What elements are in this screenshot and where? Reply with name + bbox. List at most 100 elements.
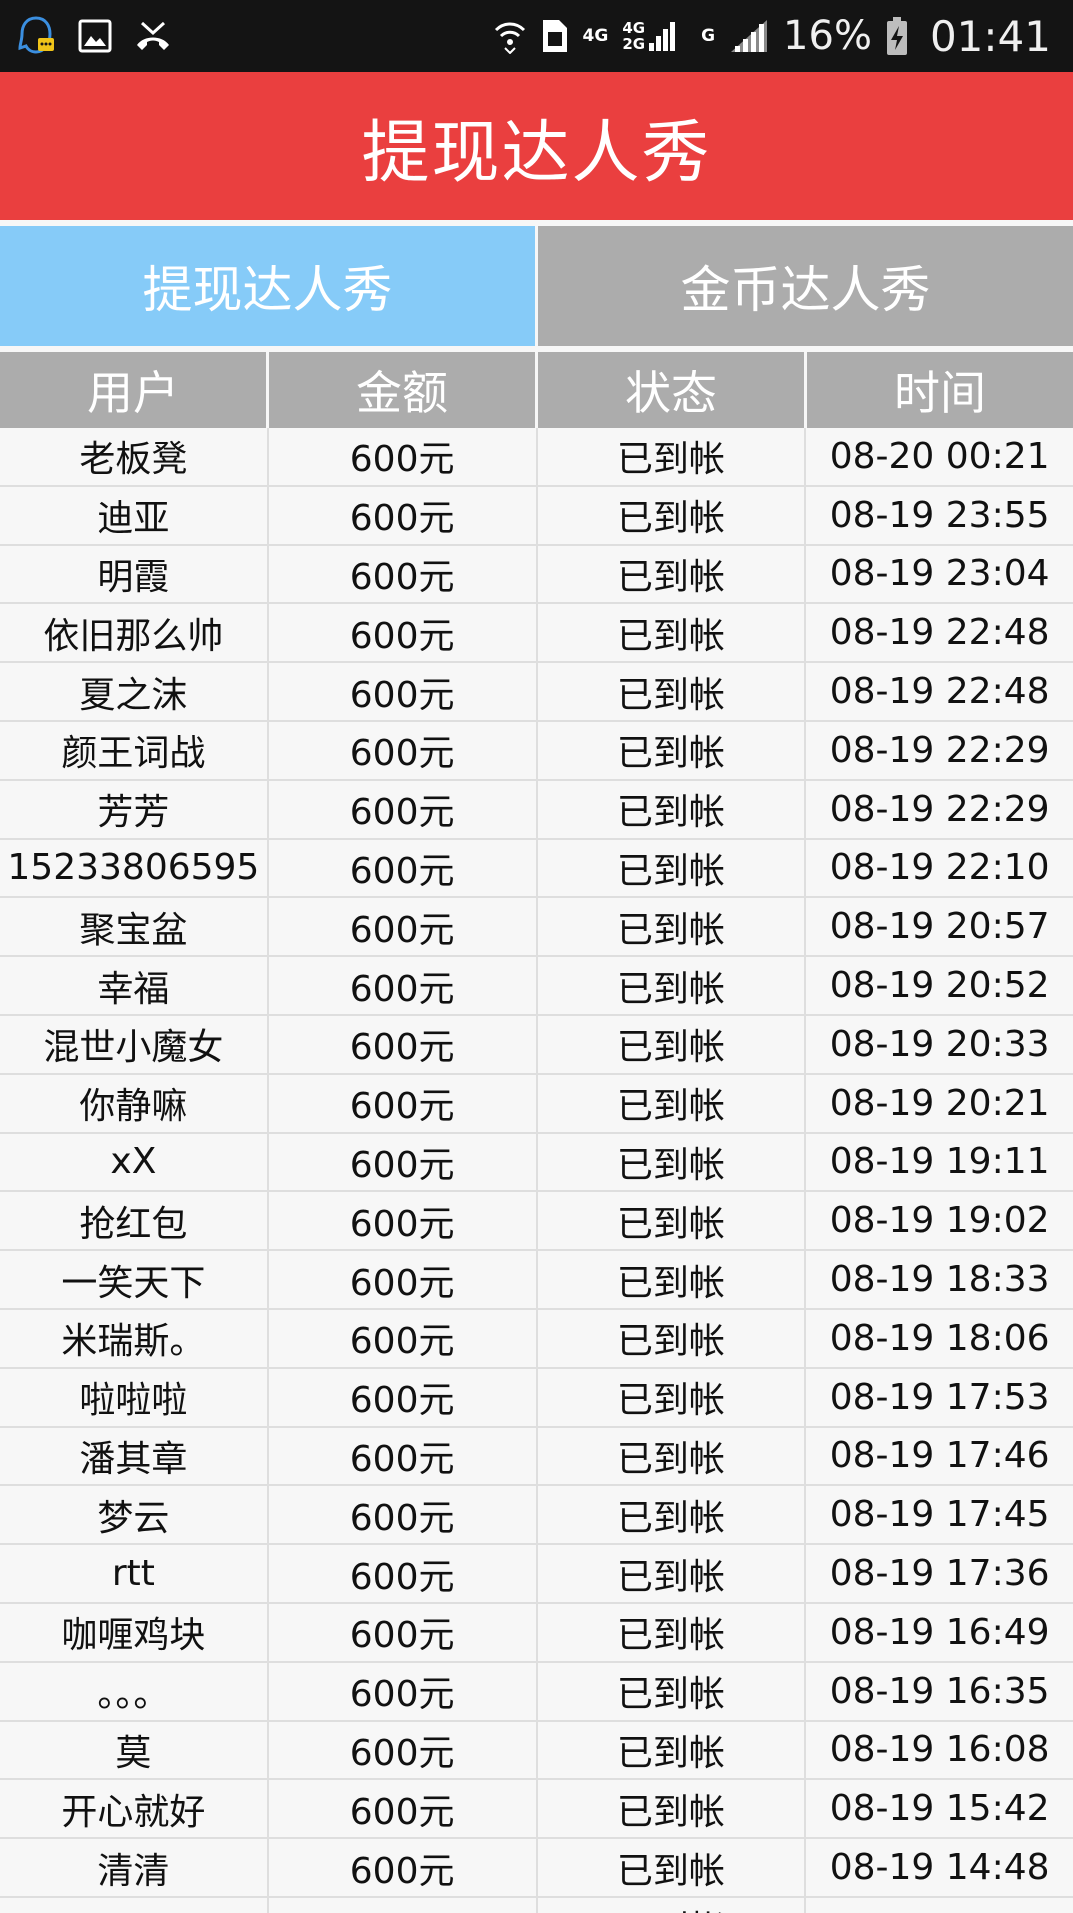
table-row: 明霞 600元 已到帐 08-19 23:04 [0,545,1073,605]
cell-time: 08-19 17:46 [829,1435,1050,1477]
cell-status: 已到帐 [538,545,807,603]
cell-time: 08-19 23:55 [829,494,1050,536]
cell-status: 已到帐 [538,1486,807,1544]
tab-withdraw-show[interactable]: 提现达人秀 [0,226,535,346]
cell-amount: 600元 [269,604,538,662]
column-header-time: 时间 [894,366,986,420]
table-body[interactable]: 老板凳 600元 已到帐 08-20 00:21 迪亚 600元 已到帐 08-19 23:5… [0,428,1073,1913]
cell-amount: 600元 [269,957,538,1014]
cell-user: 15233806595 [0,839,269,897]
cell-status: 已到帐 [538,1721,807,1779]
cell-time: 08-19 22:29 [829,729,1050,771]
cell-status: 已到帐 [538,1839,807,1896]
cell-user: 聚宝盆 [0,898,269,956]
cell-user: 迪亚 [0,486,269,544]
cell-time: 08-19 16:08 [829,1729,1050,1771]
cell-user: 混世小魔女 [0,1015,269,1073]
cell-status: 已到帐 [538,721,807,779]
table-row: 米瑞斯。 600元 已到帐 08-19 18:06 [0,1309,1073,1369]
cell-status: 已到帐 [538,486,807,544]
cell-user: 你静嘛 [0,1074,269,1132]
tab-bar: 提现达人秀 金币达人秀 [0,226,1073,346]
cell-user: 老板凳 [0,428,269,485]
cell-status: 已到帐 [538,898,807,956]
cell-amount: 600元 [269,1897,538,1913]
cell-time: 08-19 19:02 [829,1200,1050,1242]
cell-amount: 600元 [269,721,538,779]
table-row: 你静嘛 600元 已到帐 08-19 20:21 [0,1074,1073,1134]
cell-user: 清清 [0,1839,269,1896]
cell-amount: 600元 [269,1427,538,1485]
cell-amount: 600元 [269,1309,538,1367]
cell-user: 颜王词战 [0,721,269,779]
table-row: 600元已到帐 [0,1897,1073,1913]
table-row: 咖喱鸡块 600元 已到帐 08-19 16:49 [0,1603,1073,1663]
table-row: 幸福 600元 已到帐 08-19 20:52 [0,957,1073,1016]
cell-user: 咖喱鸡块 [0,1603,269,1661]
wifi-icon [494,22,525,54]
column-header-user: 用户 [0,352,269,428]
cell-amount: 600元 [269,428,538,485]
cell-user: 一笑天下 [0,1251,269,1308]
table-row: 聚宝盆 600元 已到帐 08-19 20:57 [0,898,1073,958]
signal-icon [731,20,768,52]
cell-time: 08-19 20:52 [829,965,1050,1007]
dual-network-indicator: 4G 2G [622,19,677,53]
table-row: 15233806595 600元 已到帐 08-19 22:10 [0,839,1073,899]
cell-time: 08-19 16:49 [829,1611,1050,1653]
cell-amount: 600元 [269,1721,538,1779]
cell-user: 。。。 [0,1662,269,1720]
cell-amount: 600元 [269,1486,538,1544]
battery-percent: 16% [783,13,872,59]
cell-time: 08-19 19:11 [829,1141,1050,1183]
table-row: 混世小魔女 600元 已到帐 08-19 20:33 [0,1015,1073,1075]
cell-time: 08-19 16:35 [829,1670,1050,1712]
cell-user: 开心就好 [0,1780,269,1838]
cell-time: 08-19 20:33 [829,1023,1050,1065]
cell-status: 已到帐 [538,1427,807,1485]
cell-user: xX [0,1133,269,1191]
cell-user: 依旧那么帅 [0,604,269,662]
cell-amount: 600元 [269,1251,538,1308]
cell-time: 08-19 20:57 [829,906,1050,948]
cell-status: 已到帐 [538,1662,807,1720]
cell-amount: 600元 [269,898,538,956]
cell-status: 已到帐 [538,604,807,662]
cell-status: 已到帐 [538,1545,807,1602]
cell-status: 已到帐 [538,1015,807,1073]
cell-status: 已到帐 [538,663,807,720]
status-bar: 4G 4G 2G G 16% 01:41 [0,0,1073,72]
cell-status: 已到帐 [538,1192,807,1250]
table-row: 一笑天下 600元 已到帐 08-19 18:33 [0,1251,1073,1310]
cell-amount: 600元 [269,545,538,603]
battery-charging-icon [886,17,907,55]
signal-icon [649,22,676,51]
table-row: 迪亚 600元 已到帐 08-19 23:55 [0,486,1073,546]
cell-time [806,1898,1073,1913]
table-row: xX 600元 已到帐 08-19 19:11 [0,1133,1073,1193]
cell-amount: 600元 [269,1015,538,1073]
cell-status: 已到帐 [538,1368,807,1426]
cell-time: 08-19 23:04 [829,553,1050,595]
cell-status: 已到帐 [538,1897,807,1913]
cell-time: 08-19 17:45 [829,1494,1050,1536]
cell-amount: 600元 [269,1662,538,1720]
sim-card-icon [542,20,567,52]
table-row: 抢红包 600元 已到帐 08-19 19:02 [0,1192,1073,1252]
cell-status: 已到帐 [538,1133,807,1191]
cell-status: 已到帐 [538,1309,807,1367]
cell-user: 米瑞斯。 [0,1309,269,1367]
cell-time: 08-19 22:48 [829,612,1050,654]
cell-time: 08-19 22:29 [829,788,1050,830]
cell-time: 08-19 18:06 [829,1317,1050,1359]
cell-amount: 600元 [269,1780,538,1838]
cell-user: 幸福 [0,957,269,1014]
cell-user: 啦啦啦 [0,1368,269,1426]
cell-time: 08-19 17:36 [829,1553,1050,1595]
cell-user [0,1897,269,1913]
cell-status: 已到帐 [538,1603,807,1661]
cell-amount: 600元 [269,839,538,897]
table-row: 清清 600元 已到帐 08-19 14:48 [0,1839,1073,1898]
table-row: 老板凳 600元 已到帐 08-20 00:21 [0,428,1073,487]
tab-coin-show[interactable]: 金币达人秀 [535,226,1073,346]
